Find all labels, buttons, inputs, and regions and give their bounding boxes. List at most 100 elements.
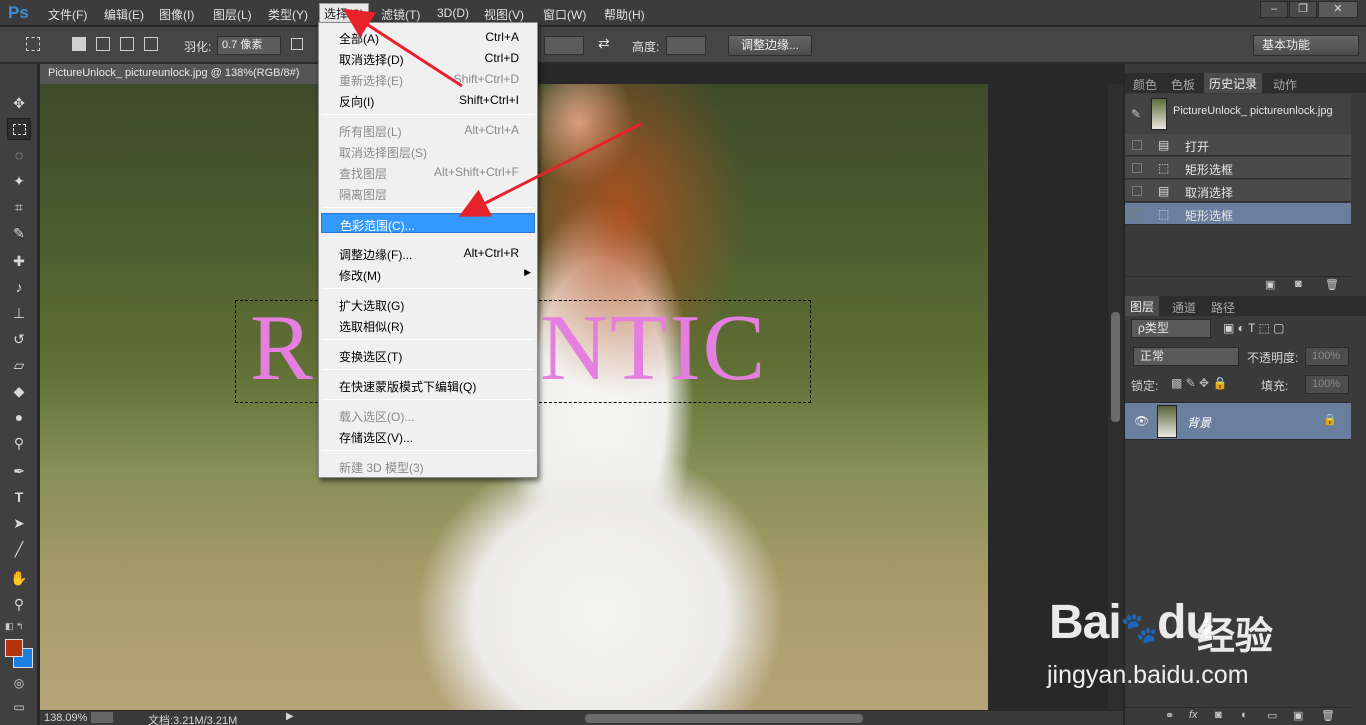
layer-filter-select[interactable]: ρ类型	[1131, 319, 1211, 338]
select-menu-item[interactable]: 在快速蒙版模式下编辑(Q)	[321, 375, 535, 395]
vertical-scroll-thumb[interactable]	[1111, 312, 1120, 422]
crop-tool-icon[interactable]: ⌗	[7, 196, 31, 218]
tab-color[interactable]: 颜色	[1133, 76, 1157, 93]
menu-type[interactable]: 类型(Y)	[265, 5, 311, 24]
minimize-button[interactable]: –	[1260, 1, 1288, 18]
type-tool-icon[interactable]: T	[7, 486, 31, 508]
add-to-selection-icon[interactable]	[96, 37, 110, 51]
select-menu-item[interactable]: 扩大选取(G)	[321, 294, 535, 314]
path-selection-tool-icon[interactable]: ➤	[7, 512, 31, 534]
select-menu-item[interactable]: 查找图层 Alt+Shift+Ctrl+F	[321, 162, 535, 182]
default-colors-icon[interactable]: ◧ ↰	[5, 621, 24, 632]
visibility-eye-icon[interactable]: 👁	[1134, 414, 1149, 428]
select-menu-item[interactable]: 新建 3D 模型(3)	[321, 456, 535, 476]
swap-icon[interactable]: ⇄	[598, 35, 610, 52]
lock-icons[interactable]: ▩ ✎ ✥ 🔒	[1171, 376, 1227, 390]
select-menu-item[interactable]: 修改(M) ▶	[321, 264, 535, 284]
pen-tool-icon[interactable]: ✒	[7, 460, 31, 482]
magic-wand-tool-icon[interactable]: ✦	[7, 170, 31, 192]
move-tool-icon[interactable]: ✥	[7, 92, 31, 114]
maximize-button[interactable]: ❐	[1289, 1, 1317, 18]
rectangular-marquee-tool-icon[interactable]	[7, 118, 31, 140]
select-menu-item[interactable]: 取消选择(D) Ctrl+D	[321, 48, 535, 68]
dodge-tool-icon[interactable]: ⚲	[7, 432, 31, 454]
menu-3d[interactable]: 3D(D)	[434, 5, 472, 21]
tab-actions[interactable]: 动作	[1273, 76, 1297, 93]
width-input[interactable]	[544, 36, 584, 55]
select-menu-item[interactable]: 选取相似(R)	[321, 315, 535, 335]
select-menu-item[interactable]: 所有图层(L) Alt+Ctrl+A	[321, 120, 535, 140]
layer-name[interactable]: 背景	[1187, 414, 1211, 431]
select-menu-item[interactable]: 调整边缘(F)... Alt+Ctrl+R	[321, 243, 535, 263]
status-preview-icon[interactable]	[91, 712, 113, 723]
trash-icon[interactable]: 🗑	[1325, 278, 1339, 291]
antialias-checkbox[interactable]	[291, 38, 303, 50]
opacity-input[interactable]: 100%	[1305, 347, 1349, 366]
adjustment-layer-icon[interactable]: ◐	[1241, 709, 1248, 721]
history-checkbox[interactable]	[1132, 186, 1142, 196]
blur-tool-icon[interactable]: ●	[7, 406, 31, 428]
refine-edge-button[interactable]: 调整边缘...	[728, 35, 812, 56]
line-tool-icon[interactable]: ╱	[7, 538, 31, 560]
eraser-tool-icon[interactable]: ▱	[7, 354, 31, 376]
feather-input[interactable]: 0.7 像素	[217, 36, 281, 55]
history-checkbox[interactable]	[1132, 209, 1142, 219]
select-menu-item[interactable]: 重新选择(E) Shift+Ctrl+D	[321, 69, 535, 89]
tab-paths[interactable]: 路径	[1211, 299, 1235, 316]
tab-history[interactable]: 历史记录	[1204, 73, 1263, 93]
fx-icon[interactable]: fx	[1189, 709, 1198, 721]
brush-tool-icon[interactable]: ♪	[7, 276, 31, 298]
select-menu-item[interactable]: 全部(A) Ctrl+A	[321, 27, 535, 47]
clone-stamp-tool-icon[interactable]: ⊥	[7, 302, 31, 324]
menu-help[interactable]: 帮助(H)	[601, 5, 648, 24]
eyedropper-tool-icon[interactable]: ✎	[7, 222, 31, 244]
select-menu-item[interactable]: 变换选区(T)	[321, 345, 535, 365]
healing-brush-tool-icon[interactable]: ✚	[7, 250, 31, 272]
menu-image[interactable]: 图像(I)	[156, 5, 197, 24]
menu-select[interactable]: 选择(S)	[319, 3, 369, 24]
select-menu-item[interactable]: 隔离图层	[321, 183, 535, 203]
zoom-tool-icon[interactable]: ⚲	[7, 593, 31, 615]
history-state[interactable]: ▤ 取消选择	[1125, 180, 1351, 202]
blend-mode-select[interactable]: 正常	[1133, 347, 1239, 366]
horizontal-scroll-thumb[interactable]	[585, 714, 863, 723]
camera-icon[interactable]: ◙	[1295, 278, 1302, 290]
menu-file[interactable]: 文件(F)	[45, 5, 90, 24]
workspace-select[interactable]: 基本功能	[1253, 35, 1359, 56]
fill-input[interactable]: 100%	[1305, 375, 1349, 394]
subtract-selection-icon[interactable]	[120, 37, 134, 51]
screen-mode-icon[interactable]: ▭	[7, 696, 31, 718]
new-group-icon[interactable]: ▭	[1267, 709, 1277, 722]
marquee-tool-preset-icon[interactable]	[26, 37, 40, 51]
select-menu-item[interactable]: 取消选择图层(S)	[321, 141, 535, 161]
menu-window[interactable]: 窗口(W)	[540, 5, 589, 24]
select-menu-item[interactable]: 载入选区(O)...	[321, 405, 535, 425]
history-state[interactable]: ⬚ 矩形选框	[1125, 203, 1351, 225]
link-layers-icon[interactable]: ⚭	[1165, 709, 1174, 722]
lasso-tool-icon[interactable]: ◌	[7, 144, 31, 166]
select-menu-item[interactable]: 色彩范围(C)...	[321, 213, 535, 233]
add-mask-icon[interactable]: ◙	[1215, 709, 1222, 721]
new-layer-icon[interactable]: ▣	[1293, 709, 1303, 722]
height-input[interactable]	[666, 36, 706, 55]
zoom-level[interactable]: 138.09%	[44, 712, 87, 724]
history-state[interactable]: ⬚ 矩形选框	[1125, 157, 1351, 179]
foreground-color-swatch[interactable]	[5, 639, 23, 657]
layer-row[interactable]: 👁 背景 🔒	[1125, 402, 1351, 440]
filter-icons[interactable]: ▣ ◐ T ⬚ ▢	[1223, 321, 1285, 335]
canvas-area[interactable]: ROMANTIC	[40, 84, 1108, 710]
close-button[interactable]: ✕	[1318, 1, 1358, 18]
select-menu-item[interactable]: 存储选区(V)...	[321, 426, 535, 446]
select-menu-item[interactable]: 反向(I) Shift+Ctrl+I	[321, 90, 535, 110]
intersect-selection-icon[interactable]	[144, 37, 158, 51]
menu-edit[interactable]: 编辑(E)	[101, 5, 147, 24]
tab-layers[interactable]: 图层	[1125, 296, 1160, 316]
paint-bucket-tool-icon[interactable]: ◆	[7, 380, 31, 402]
tab-channels[interactable]: 通道	[1172, 299, 1196, 316]
new-selection-icon[interactable]	[72, 37, 86, 51]
history-checkbox[interactable]	[1132, 163, 1142, 173]
hand-tool-icon[interactable]: ✋	[7, 567, 31, 589]
history-checkbox[interactable]	[1132, 140, 1142, 150]
menu-layer[interactable]: 图层(L)	[210, 5, 255, 24]
new-document-from-state-icon[interactable]: ▣	[1265, 278, 1275, 291]
